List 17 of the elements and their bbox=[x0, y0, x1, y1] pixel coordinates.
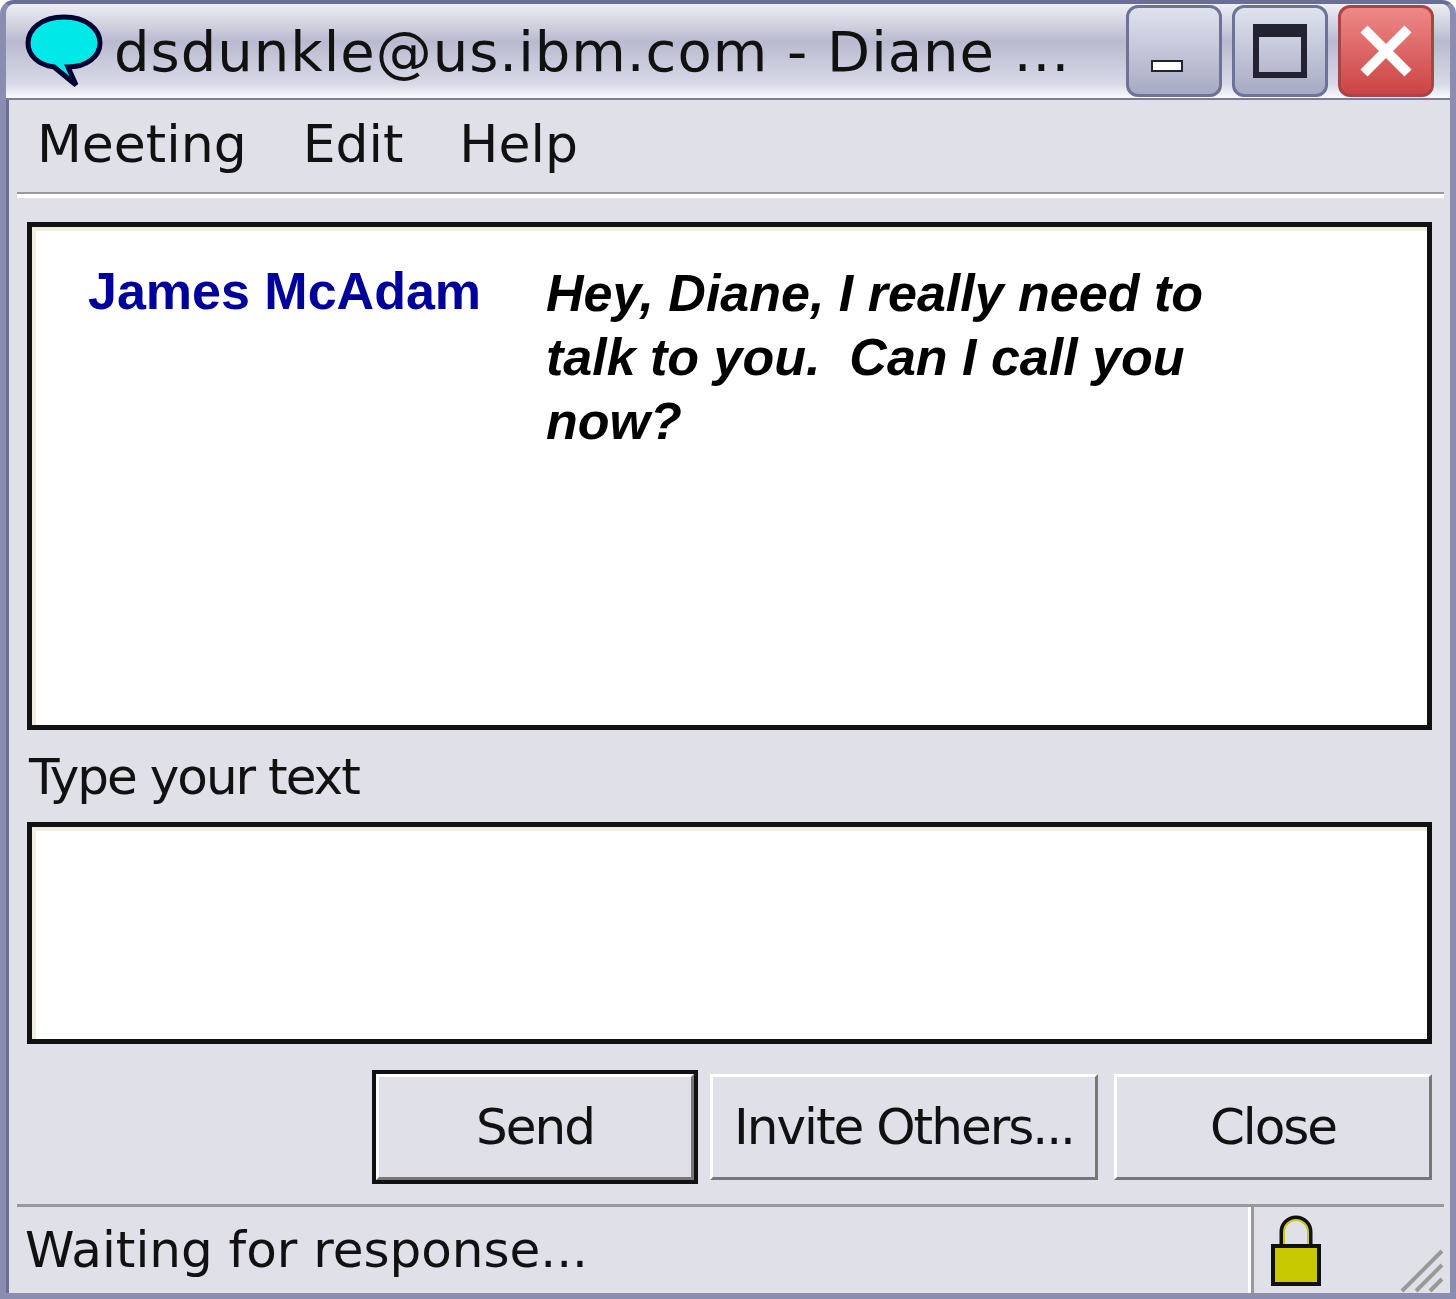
menu-item[interactable]: Help bbox=[459, 114, 578, 174]
menu-item[interactable]: Meeting bbox=[37, 114, 247, 174]
maximize-button[interactable] bbox=[1232, 5, 1328, 97]
menu-item[interactable]: Edit bbox=[302, 114, 404, 174]
minimize-button[interactable] bbox=[1126, 5, 1222, 97]
message-text: Hey, Diane, I really need to talk to you. Can I call you now? bbox=[546, 263, 1204, 452]
message-input-field[interactable] bbox=[27, 822, 1432, 1044]
dialog-button[interactable]: Invite Others... bbox=[710, 1074, 1098, 1180]
maximize-icon bbox=[1250, 21, 1310, 81]
input-label: Type your text bbox=[29, 748, 361, 806]
window-title: dsdunkle@us.ibm.com - Diane ... bbox=[114, 18, 1072, 84]
sender-name: James McAdam bbox=[87, 261, 483, 322]
status-text: Waiting for response... bbox=[17, 1207, 1251, 1293]
minimize-icon bbox=[1151, 60, 1183, 72]
dialog-button[interactable]: Close bbox=[1114, 1074, 1432, 1180]
close-button[interactable] bbox=[1338, 5, 1434, 97]
padlock-icon bbox=[1270, 1214, 1322, 1286]
